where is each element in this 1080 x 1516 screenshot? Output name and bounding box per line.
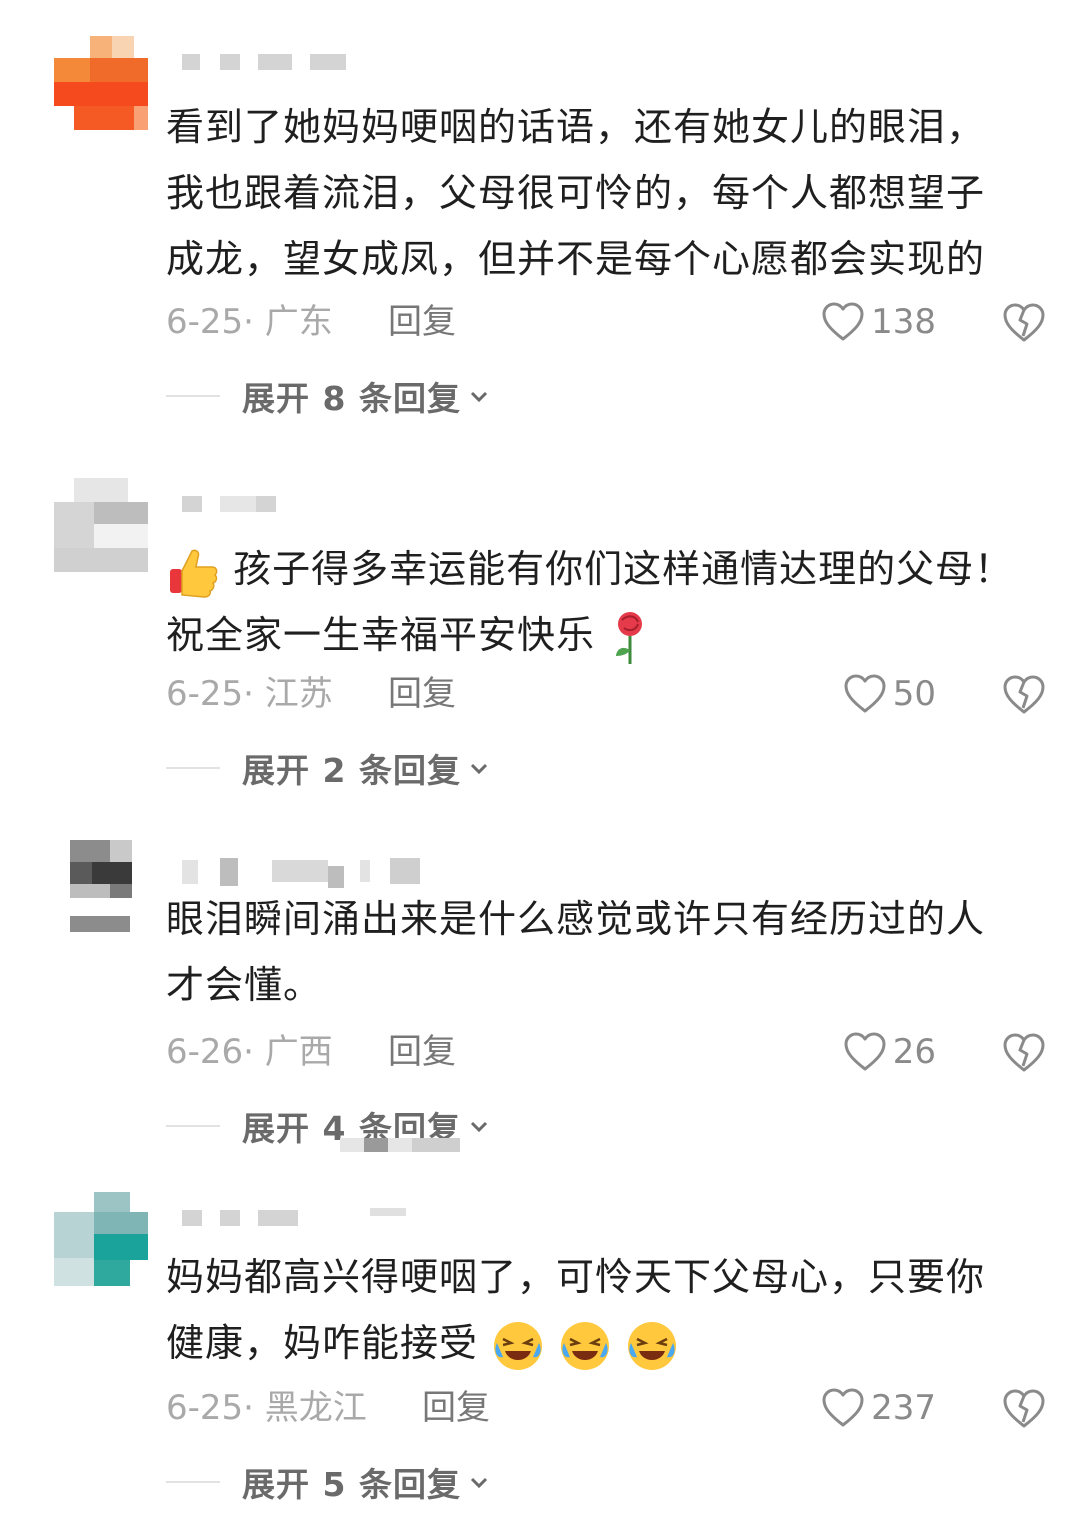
- date-location: 6-26· 广西: [166, 1032, 333, 1072]
- like-button[interactable]: 138: [821, 300, 936, 344]
- reply-button[interactable]: 回复: [388, 300, 456, 344]
- date-location: 6-25· 江苏: [166, 674, 333, 714]
- comment-line: 眼泪瞬间涌出来是什么感觉或许只有经历过的人: [166, 897, 986, 941]
- heart-outline-icon: [844, 674, 886, 713]
- comment-line: 我也跟着流泪，父母很可怜的，每个人都想望子: [166, 171, 986, 215]
- divider: [166, 395, 220, 397]
- comment-line: 祝全家一生幸福平安快乐: [166, 602, 1026, 668]
- reply-button[interactable]: 回复: [422, 1386, 490, 1430]
- comment-meta: 6-26· 广西 回复 26: [166, 1030, 1046, 1074]
- like-count: 26: [892, 1032, 936, 1072]
- chevron-down-icon: [470, 391, 488, 403]
- comment-meta: 6-25· 江苏 回复 50: [166, 672, 1046, 716]
- comment-text: 看到了她妈妈哽咽的话语，还有她女儿的眼泪， 我也跟着流泪，父母很可怜的，每个人都…: [166, 94, 1026, 292]
- comment-line-text: 健康，妈咋能接受: [166, 1321, 479, 1365]
- like-button[interactable]: 237: [821, 1386, 936, 1430]
- heart-outline-icon: [822, 302, 864, 341]
- broken-heart-icon[interactable]: [1002, 1030, 1046, 1074]
- expand-label: 展开 8 条回复: [242, 379, 461, 418]
- expand-label: 展开 5 条回复: [242, 1465, 461, 1504]
- comment-line-text: 孩子得多幸运能有你们这样通情达理的父母！: [233, 547, 1014, 591]
- date-location: 6-25· 黑龙江: [166, 1388, 367, 1428]
- comment-line: 健康，妈咋能接受: [166, 1310, 1026, 1376]
- comment-line: 妈妈都高兴得哽咽了，可怜天下父母心，只要你: [166, 1255, 986, 1299]
- avatar[interactable]: [70, 838, 132, 932]
- comment-meta: 6-25· 黑龙江 回复 237: [166, 1386, 1046, 1430]
- avatar[interactable]: [54, 478, 148, 572]
- comment-text: 眼泪瞬间涌出来是什么感觉或许只有经历过的人 才会懂。: [166, 886, 1026, 1018]
- thumbs-up-emoji-icon: [170, 549, 218, 598]
- heart-outline-icon: [822, 1388, 864, 1427]
- rose-emoji-icon: [616, 611, 643, 664]
- broken-heart-icon[interactable]: [1002, 1386, 1046, 1430]
- reply-button[interactable]: 回复: [388, 1030, 456, 1074]
- comment-line: 看到了她妈妈哽咽的话语，还有她女儿的眼泪，: [166, 105, 986, 149]
- avatar[interactable]: [54, 36, 148, 130]
- date-location: 6-25· 广东: [166, 302, 333, 342]
- expand-replies-button[interactable]: 展开 8 条回复: [166, 374, 491, 418]
- divider: [166, 1481, 220, 1483]
- comment-line-text: 祝全家一生幸福平安快乐: [166, 613, 596, 657]
- broken-heart-icon[interactable]: [1002, 672, 1046, 716]
- broken-heart-icon[interactable]: [1002, 300, 1046, 344]
- comment-line: 成龙，望女成凤，但并不是每个心愿都会实现的: [166, 237, 986, 281]
- crying-laughing-emoji-icon: [494, 1321, 543, 1370]
- chevron-down-icon: [470, 1121, 488, 1133]
- comment-line: 才会懂。: [166, 963, 323, 1007]
- divider: [166, 1125, 220, 1127]
- divider: [166, 767, 220, 769]
- expand-replies-button[interactable]: 展开 2 条回复: [166, 746, 491, 790]
- crying-laughing-emoji-icon: [561, 1321, 610, 1370]
- like-count: 138: [871, 302, 936, 342]
- avatar[interactable]: [54, 1192, 148, 1286]
- comment-line: 孩子得多幸运能有你们这样通情达理的父母！: [166, 536, 1026, 602]
- crying-laughing-emoji-icon: [628, 1321, 677, 1370]
- comment-meta: 6-25· 广东 回复 138: [166, 300, 1046, 344]
- heart-outline-icon: [844, 1032, 886, 1071]
- reply-button[interactable]: 回复: [388, 672, 456, 716]
- expand-replies-button[interactable]: 展开 5 条回复: [166, 1460, 491, 1504]
- comment-text: 孩子得多幸运能有你们这样通情达理的父母！ 祝全家一生幸福平安快乐: [166, 536, 1026, 668]
- like-count: 50: [892, 674, 936, 714]
- like-button[interactable]: 50: [843, 672, 936, 716]
- chevron-down-icon: [470, 1477, 488, 1489]
- like-button[interactable]: 26: [843, 1030, 936, 1074]
- comment-text: 妈妈都高兴得哽咽了，可怜天下父母心，只要你 健康，妈咋能接受: [166, 1244, 1026, 1376]
- expand-label: 展开 2 条回复: [242, 751, 461, 790]
- chevron-down-icon: [470, 763, 488, 775]
- redaction-artifact: [340, 1138, 460, 1152]
- like-count: 237: [871, 1388, 936, 1428]
